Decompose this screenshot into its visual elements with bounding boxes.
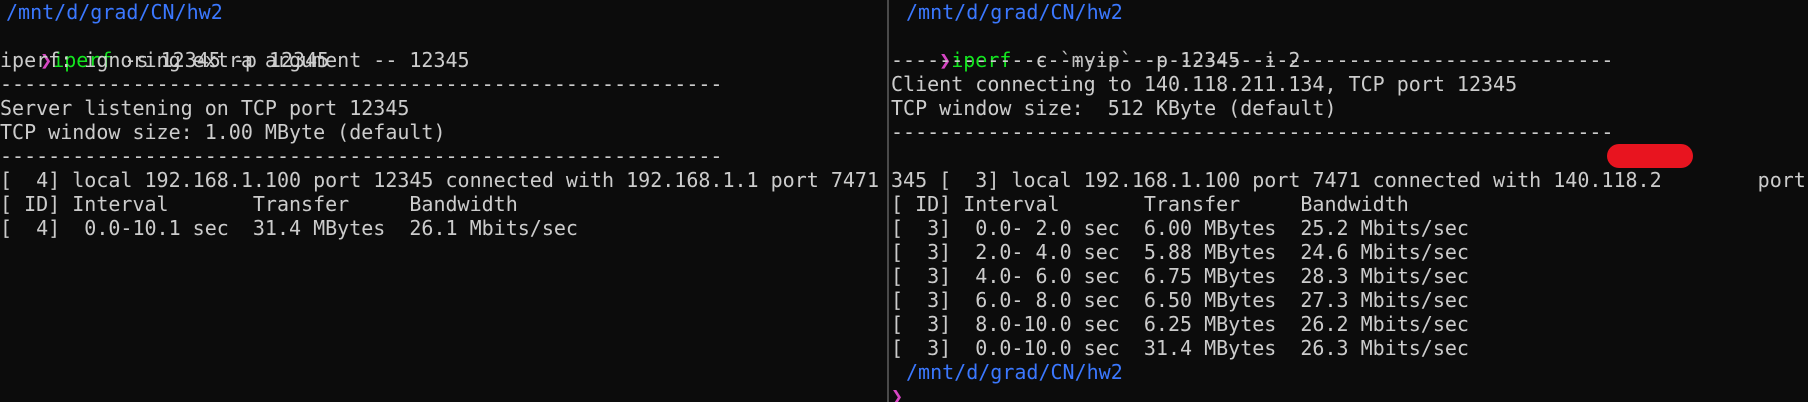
output-listening: Server listening on TCP port 12345 xyxy=(0,96,410,120)
redaction-mark xyxy=(1607,144,1693,168)
table-row: [ 3] 8.0-10.0 sec 6.25 MBytes 26.2 Mbits… xyxy=(891,312,1469,336)
prompt-chevron-icon[interactable]: ❯ xyxy=(891,384,903,402)
output-connection: [ 4] local 192.168.1.100 port 12345 conn… xyxy=(0,168,879,192)
command-line: ❯iperf -s 12345 -p 12345 xyxy=(0,24,329,72)
separator: ----------------------------------------… xyxy=(0,144,723,168)
cwd-path: /mnt/d/grad/CN/hw2 xyxy=(906,0,1123,24)
terminal-pane-right[interactable]: /mnt/d/grad/CN/hw2 ❯iperf -c `myip` -p 1… xyxy=(891,0,1808,402)
table-row: [ 4] 0.0-10.1 sec 31.4 MBytes 26.1 Mbits… xyxy=(0,216,578,240)
command-line: ❯iperf -c `myip` -p 12345 -i 2 xyxy=(891,24,1300,72)
table-row: [ 3] 6.0- 8.0 sec 6.50 MBytes 27.3 Mbits… xyxy=(891,288,1469,312)
separator: ----------------------------------------… xyxy=(891,48,1614,72)
separator: ----------------------------------------… xyxy=(0,72,723,96)
table-row: [ 3] 4.0- 6.0 sec 6.75 MBytes 28.3 Mbits… xyxy=(891,264,1469,288)
cwd-path: /mnt/d/grad/CN/hw2 xyxy=(906,360,1123,384)
separator: ----------------------------------------… xyxy=(891,120,1614,144)
output-client-connecting: Client connecting to 140.118.211.134, TC… xyxy=(891,72,1518,96)
connection-text: port 12 xyxy=(1757,168,1806,192)
output-warning: iperf: ignoring extra argument -- 12345 xyxy=(0,48,470,72)
table-row: [ 3] 0.0- 2.0 sec 6.00 MBytes 25.2 Mbits… xyxy=(891,216,1469,240)
pane-divider[interactable] xyxy=(887,0,889,402)
output-window-size: TCP window size: 1.00 MByte (default) xyxy=(0,120,446,144)
table-header: [ ID] Interval Transfer Bandwidth xyxy=(0,192,518,216)
output-window-size: TCP window size: 512 KByte (default) xyxy=(891,96,1337,120)
table-header: [ ID] Interval Transfer Bandwidth xyxy=(891,192,1409,216)
terminal-pane-left[interactable]: /mnt/d/grad/CN/hw2 ❯iperf -s 12345 -p 12… xyxy=(0,0,887,402)
connection-text: [ 3] local 192.168.1.100 port 7471 conne… xyxy=(939,168,1662,192)
table-row: [ 3] 0.0-10.0 sec 31.4 MBytes 26.3 Mbits… xyxy=(891,336,1469,360)
output-connection-wrap: 345 xyxy=(891,168,928,192)
cwd-path: /mnt/d/grad/CN/hw2 xyxy=(6,0,223,24)
table-row: [ 3] 2.0- 4.0 sec 5.88 MBytes 24.6 Mbits… xyxy=(891,240,1469,264)
